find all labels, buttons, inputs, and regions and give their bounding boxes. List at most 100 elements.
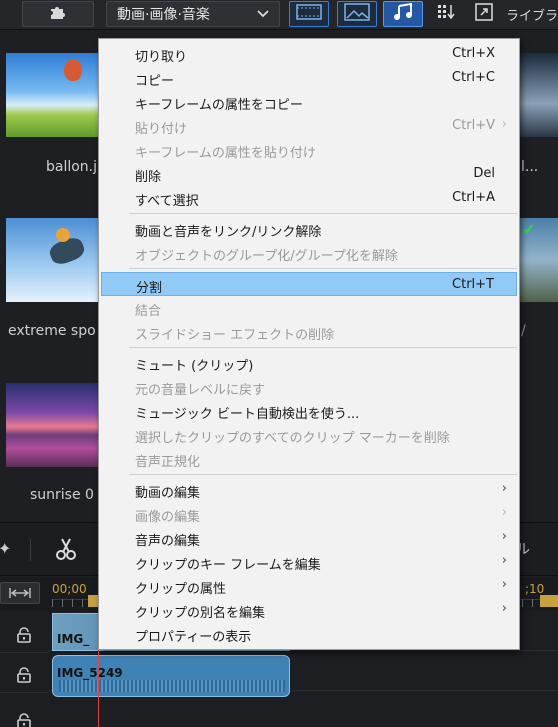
chevron-right-icon: › [501, 117, 507, 132]
range-marker[interactable] [88, 595, 98, 607]
menu-item-shortcut: Ctrl+T [452, 277, 494, 292]
menu-item-label: ミュージック ビート自動検出を使う... [135, 407, 360, 422]
menu-item-shortcut: Ctrl+X [452, 46, 495, 61]
menu-item-label: クリップのキー フレームを編集 [135, 558, 321, 573]
filmstrip-icon [296, 3, 322, 25]
menu-item-label: オブジェクトのグループ化/グループ化を解除 [135, 249, 398, 264]
context-menu: 切り取り Ctrl+X コピー Ctrl+C キーフレームの属性をコピー 貼り付… [98, 38, 520, 650]
chevron-right-icon: › [501, 553, 507, 568]
menu-item-clip-attributes[interactable]: クリップの属性 › [101, 574, 517, 598]
add-track-icon[interactable]: ✦ [0, 539, 11, 558]
menu-item-group-ungroup: オブジェクトのグループ化/グループ化を解除 [101, 241, 517, 265]
media-filter-value: 動画·画像·音楽 [117, 7, 210, 23]
balloon-shape [64, 59, 82, 81]
menu-item-link-unlink-av[interactable]: 動画と音声をリンク/リンク解除 [101, 217, 517, 241]
menu-item-copy-keyframe-attributes[interactable]: キーフレームの属性をコピー [101, 90, 517, 114]
sort-options-button[interactable] [432, 1, 460, 27]
plugins-button[interactable] [22, 1, 94, 27]
menu-item-label: 音声正規化 [135, 455, 201, 470]
menu-item-label: すべて選択 [135, 194, 199, 209]
scissors-icon[interactable] [55, 537, 77, 561]
library-tab[interactable]: ライブラリ [506, 1, 558, 27]
menu-item-audio-normalize: 音声正規化 [101, 447, 517, 471]
menu-item-select-all[interactable]: すべて選択 Ctrl+A [101, 186, 517, 210]
music-view-button[interactable] [383, 1, 423, 27]
chevron-right-icon: › [501, 601, 507, 616]
menu-item-remove-clip-markers: 選択したクリップのすべてのクリップ マーカーを削除 [101, 423, 517, 447]
menu-item-label: 結合 [135, 304, 162, 319]
menu-item-mute-clip[interactable]: ミュート (クリップ) [101, 351, 517, 375]
music-note-icon [393, 2, 413, 25]
menu-item-label: プロパティーの表示 [135, 630, 252, 645]
menu-separator [129, 474, 517, 475]
menu-item-label: クリップの属性 [135, 582, 227, 597]
menu-item-shortcut: Del [473, 166, 495, 181]
image-icon [344, 3, 370, 25]
menu-item-edit-video[interactable]: 動画の編集 › [101, 478, 517, 502]
fit-icon [8, 584, 32, 603]
media-toolbar: 動画·画像·音楽 ライブラリ [0, 0, 558, 30]
thumbnail-ballon[interactable] [6, 53, 102, 137]
menu-item-copy[interactable]: コピー Ctrl+C [101, 66, 517, 90]
expand-icon [475, 3, 493, 25]
menu-item-label: 元の音量レベルに戻す [135, 383, 266, 398]
menu-item-label: 画像の編集 [135, 510, 201, 525]
fit-timeline-button[interactable] [0, 582, 40, 604]
video-view-button[interactable] [289, 1, 329, 27]
menu-item-cut[interactable]: 切り取り Ctrl+X [101, 42, 517, 66]
menu-item-label: キーフレームの属性をコピー [135, 98, 303, 113]
library-tab-label: ライブラリ [506, 8, 558, 24]
thumbnail-caption: / [521, 323, 526, 339]
menu-item-label: キーフレームの属性を貼り付け [135, 146, 316, 161]
menu-item-label: 削除 [135, 170, 162, 185]
range-end-marker[interactable] [540, 595, 558, 607]
menu-item-label: スライドショー エフェクトの削除 [135, 328, 335, 343]
thumbnail-partial-1[interactable] [520, 53, 558, 137]
menu-item-show-properties[interactable]: プロパティーの表示 [101, 622, 517, 646]
expand-button[interactable] [470, 1, 498, 27]
menu-item-label: 切り取り [135, 50, 188, 65]
menu-item-shortcut: Ctrl+A [452, 190, 495, 205]
audio-clip[interactable]: IMG_5249 [52, 655, 290, 697]
menu-item-edit-image: 画像の編集 › [101, 502, 517, 526]
menu-item-label: 音声の編集 [135, 534, 201, 549]
menu-item-paste: 貼り付け Ctrl+V › [101, 114, 517, 138]
menu-separator [129, 268, 517, 269]
menu-item-edit-audio[interactable]: 音声の編集 › [101, 526, 517, 550]
media-filter-dropdown[interactable]: 動画·画像·音楽 [106, 1, 280, 27]
menu-item-label: 動画と音声をリンク/リンク解除 [135, 225, 322, 240]
thumbnail-extreme-sports[interactable] [6, 218, 102, 302]
track-lock-button[interactable] [0, 657, 48, 693]
helmet-shape [56, 228, 70, 242]
menu-item-label: クリップの別名を編集 [135, 606, 266, 621]
menu-item-label: コピー [135, 74, 175, 89]
chevron-down-icon [257, 7, 269, 21]
puzzle-icon [49, 3, 67, 25]
audio-clip-name: IMG_5249 [57, 666, 123, 680]
menu-item-label: 分割 [136, 281, 163, 296]
lock-icon [17, 666, 31, 683]
track-lock-button[interactable] [0, 617, 48, 653]
menu-item-beat-detection[interactable]: ミュージック ビート自動検出を使う... [101, 399, 517, 423]
menu-separator [129, 347, 517, 348]
menu-item-label: ミュート (クリップ) [135, 359, 254, 374]
menu-item-split[interactable]: 分割 Ctrl+T [101, 272, 517, 296]
image-view-button[interactable] [337, 1, 377, 27]
menu-item-paste-keyframe-attributes: キーフレームの属性を貼り付け [101, 138, 517, 162]
checkmark-icon: ✔ [522, 220, 536, 239]
lock-icon [17, 712, 31, 727]
menu-item-shortcut: Ctrl+C [451, 70, 495, 85]
menu-item-reset-volume: 元の音量レベルに戻す [101, 375, 517, 399]
thumbnail-sunrise[interactable] [6, 383, 102, 467]
timecode-start: 00;00 [52, 582, 87, 596]
menu-item-edit-clip-alias[interactable]: クリップの別名を編集 › [101, 598, 517, 622]
menu-item-edit-clip-keyframes[interactable]: クリップのキー フレームを編集 › [101, 550, 517, 574]
menu-separator [129, 213, 517, 214]
audio-waveform [59, 680, 285, 692]
chevron-right-icon: › [501, 529, 507, 544]
menu-item-label: 動画の編集 [135, 486, 201, 501]
menu-item-shortcut: Ctrl+V [452, 118, 495, 133]
track-lock-button[interactable] [0, 703, 48, 727]
menu-item-delete[interactable]: 削除 Del [101, 162, 517, 186]
video-clip-name: IMG_ [57, 632, 90, 646]
